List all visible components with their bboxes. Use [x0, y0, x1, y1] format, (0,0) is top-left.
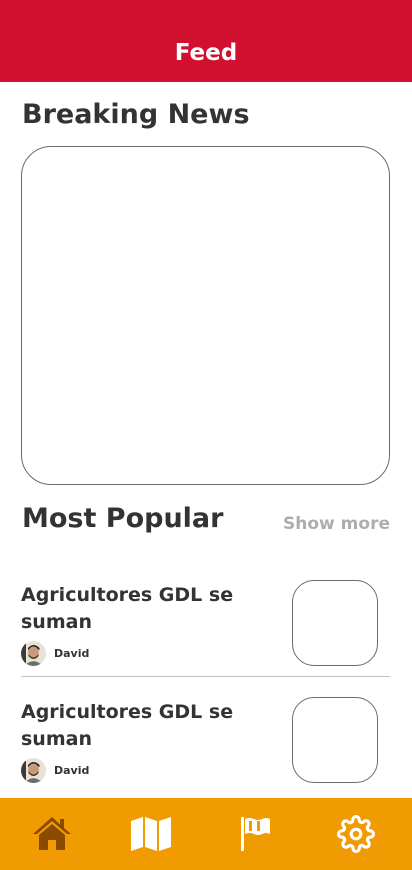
news-item-author: David: [21, 757, 89, 783]
news-item-title: Agricultores GDL se suman: [21, 701, 234, 750]
breaking-news-heading: Breaking News: [22, 99, 250, 130]
author-name: David: [54, 763, 90, 777]
most-popular-heading: Most Popular: [22, 503, 224, 534]
list-divider: [21, 676, 390, 677]
avatar: [21, 640, 46, 666]
bottom-navigation: [0, 798, 412, 870]
news-list-item[interactable]: Agricultores GDL se suman David: [0, 566, 412, 676]
avatar: [21, 757, 46, 783]
settings-icon: [337, 815, 375, 853]
news-list-item[interactable]: Agricultores GDL se suman David: [0, 683, 412, 793]
home-icon: [33, 817, 71, 850]
page-title: Feed: [174, 40, 238, 66]
map-icon: [131, 817, 171, 851]
news-item-title: Agricultores GDL se suman: [21, 584, 234, 633]
app-header: Feed: [0, 0, 412, 82]
nav-flag-button[interactable]: [233, 812, 277, 856]
news-item-author: David: [21, 640, 89, 666]
show-more-link[interactable]: Show more: [283, 513, 390, 535]
news-item-thumbnail: [292, 580, 378, 666]
nav-settings-button[interactable]: [334, 812, 378, 856]
breaking-news-card[interactable]: [21, 146, 390, 485]
author-name: David: [54, 646, 90, 660]
news-item-thumbnail: [292, 697, 378, 783]
nav-home-button[interactable]: [30, 812, 74, 856]
flag-icon: [241, 817, 270, 851]
nav-map-button[interactable]: [129, 812, 173, 856]
